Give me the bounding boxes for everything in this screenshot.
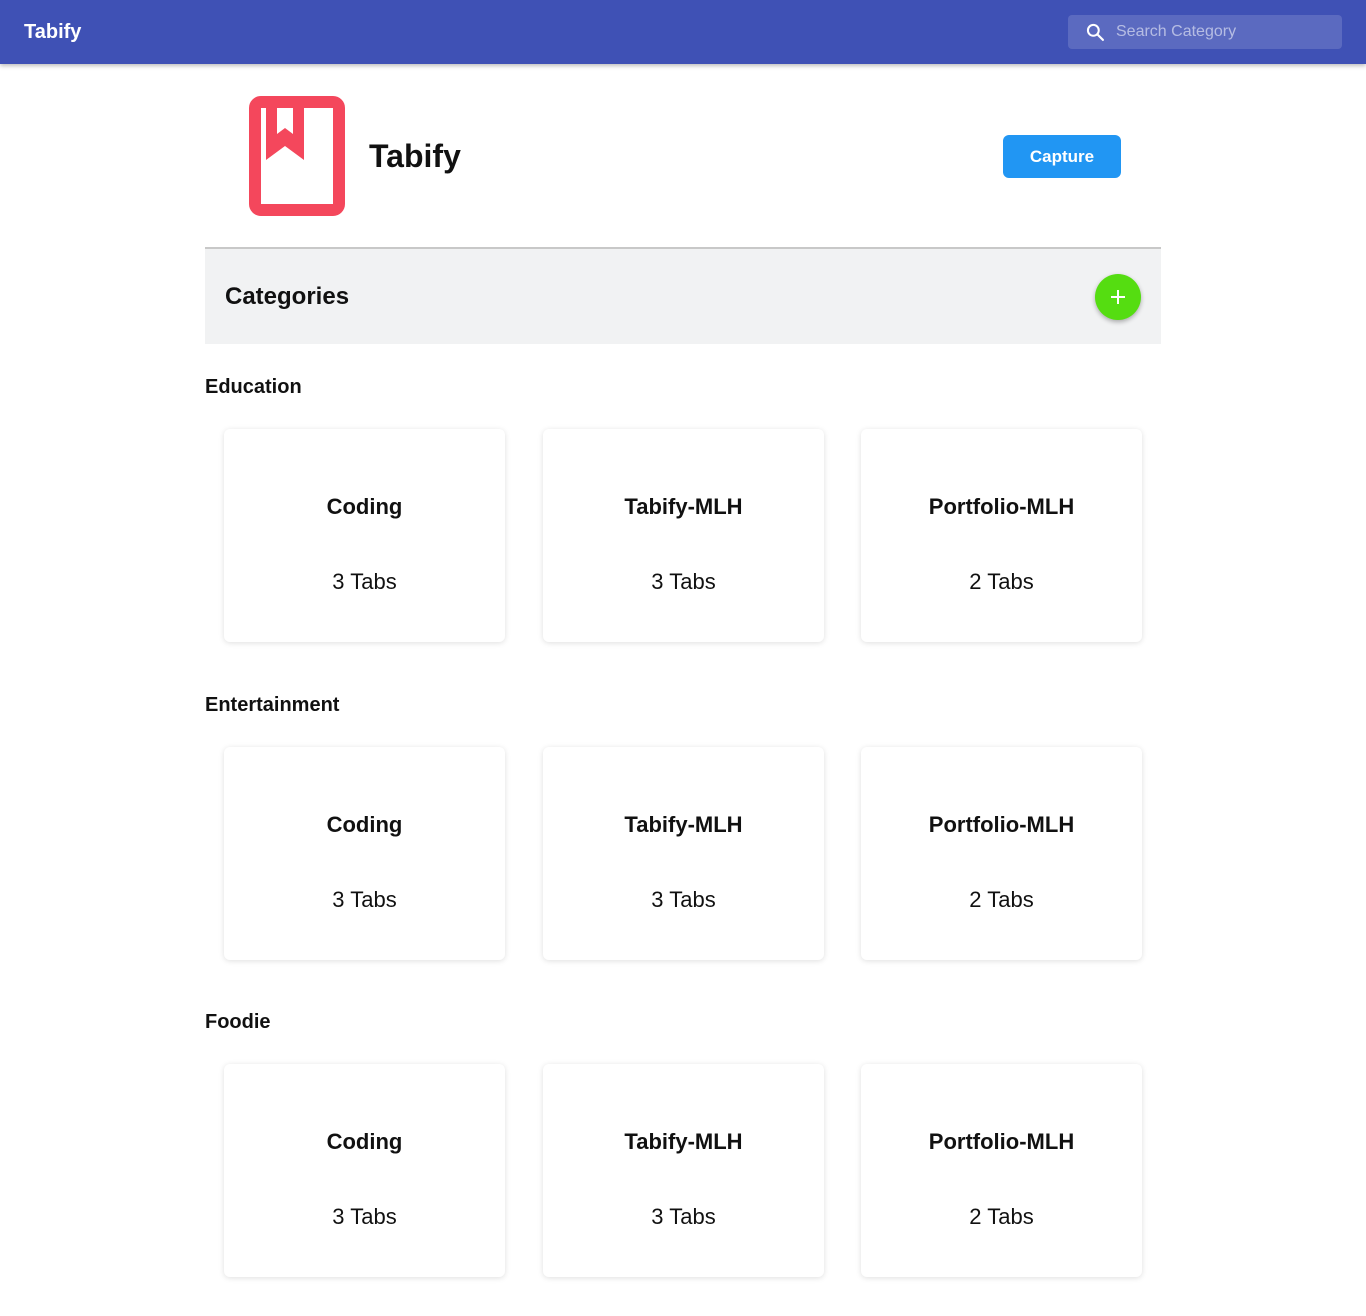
capture-button[interactable]: Capture <box>1003 135 1121 178</box>
app-title: Tabify <box>24 21 82 43</box>
category-card[interactable]: Tabify-MLH 3 Tabs <box>543 747 824 960</box>
card-name: Tabify-MLH <box>624 1129 743 1154</box>
category-card[interactable]: Coding 3 Tabs <box>224 429 505 642</box>
category-card[interactable]: Coding 3 Tabs <box>224 747 505 960</box>
card-tab-count: 3 Tabs <box>332 1204 397 1229</box>
category-card[interactable]: Portfolio-MLH 2 Tabs <box>861 429 1142 642</box>
app-bar: Tabify <box>0 0 1366 64</box>
category-card[interactable]: Tabify-MLH 3 Tabs <box>543 429 824 642</box>
section-title: Foodie <box>205 1011 271 1033</box>
card-name: Tabify-MLH <box>624 812 743 837</box>
bookmark-icon <box>249 96 345 216</box>
categories-header: Categories <box>205 247 1161 344</box>
card-tab-count: 3 Tabs <box>332 569 397 594</box>
card-name: Portfolio-MLH <box>928 812 1075 837</box>
category-card[interactable]: Tabify-MLH 3 Tabs <box>543 1064 824 1277</box>
category-card[interactable]: Portfolio-MLH 2 Tabs <box>861 747 1142 960</box>
card-name: Coding <box>326 1129 403 1154</box>
card-tab-count: 2 Tabs <box>969 569 1034 594</box>
category-card[interactable]: Portfolio-MLH 2 Tabs <box>861 1064 1142 1277</box>
card-tab-count: 2 Tabs <box>969 887 1034 912</box>
card-name: Tabify-MLH <box>624 494 743 519</box>
card-tab-count: 3 Tabs <box>651 569 716 594</box>
categories-title: Categories <box>225 283 350 310</box>
search-input[interactable] <box>1116 15 1336 49</box>
card-tab-count: 3 Tabs <box>651 887 716 912</box>
card-name: Coding <box>326 812 403 837</box>
section-title: Education <box>205 376 302 398</box>
card-name: Coding <box>326 494 403 519</box>
card-tab-count: 2 Tabs <box>969 1204 1034 1229</box>
card-tab-count: 3 Tabs <box>651 1204 716 1229</box>
plus-icon <box>1111 290 1125 304</box>
add-category-button[interactable] <box>1095 274 1141 320</box>
category-card[interactable]: Coding 3 Tabs <box>224 1064 505 1277</box>
card-name: Portfolio-MLH <box>928 1129 1075 1154</box>
section-title: Entertainment <box>205 694 340 716</box>
search-box[interactable] <box>1068 15 1342 49</box>
search-icon <box>1085 22 1105 42</box>
card-tab-count: 3 Tabs <box>332 887 397 912</box>
card-name: Portfolio-MLH <box>928 494 1075 519</box>
brand-title: Tabify <box>369 138 461 174</box>
